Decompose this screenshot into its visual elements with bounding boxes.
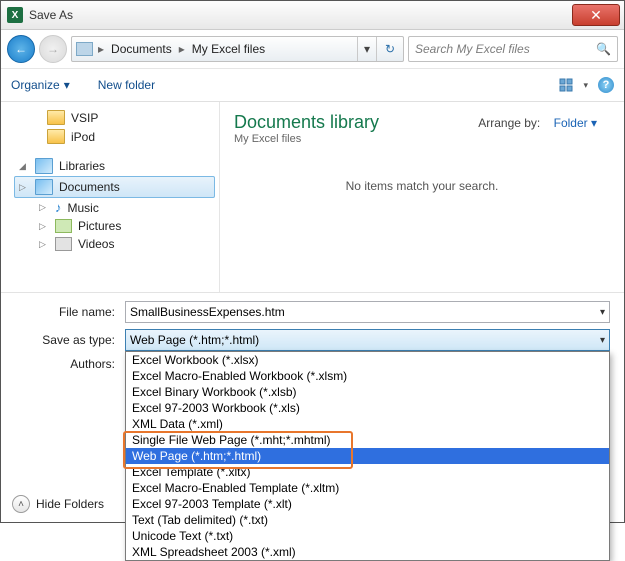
chevron-down-icon: ▾ [64,78,70,92]
empty-message: No items match your search. [234,179,610,193]
expand-icon[interactable]: ▷ [39,221,49,232]
tree-item-pictures[interactable]: ▷ Pictures [35,217,215,235]
file-type-option[interactable]: Excel Binary Workbook (*.xlsb) [126,384,609,400]
tree-item-libraries[interactable]: ◢ Libraries [15,156,215,176]
breadcrumb-sep-icon: ▸ [93,42,109,56]
save-as-type-dropdown[interactable]: Web Page (*.htm;*.html) ▾ [125,329,610,351]
tree-label: Documents [59,180,120,194]
arrange-by-dropdown[interactable]: Folder ▾ [554,116,597,130]
filename-input[interactable]: SmallBusinessExpenses.htm ▾ [125,301,610,323]
organize-button[interactable]: Organize ▾ [11,78,70,92]
help-icon: ? [603,79,610,91]
tree-item-music[interactable]: ▷ ♪ Music [35,198,215,217]
tree-label: Videos [78,237,114,251]
content-subheading: My Excel files [234,133,610,145]
help-button[interactable]: ? [598,77,614,93]
forward-arrow-icon: → [47,42,59,56]
libraries-icon [35,158,53,174]
save-as-type-value: Web Page (*.htm;*.html) [130,333,259,347]
tree-item-ipod[interactable]: iPod [43,127,215,146]
back-button[interactable]: ← [7,35,35,63]
form-area: File name: SmallBusinessExpenses.htm ▾ S… [1,292,624,381]
expand-icon[interactable]: ◢ [19,161,29,172]
tree-item-documents[interactable]: ▷ Documents [14,176,215,198]
chevron-down-icon[interactable]: ▾ [600,307,605,318]
file-type-option[interactable]: Excel Workbook (*.xlsx) [126,352,609,368]
breadcrumb-dropdown-icon[interactable]: ▾ [357,37,376,61]
folder-icon [47,129,65,144]
search-placeholder: Search My Excel files [415,42,530,56]
computer-icon [76,42,93,56]
chevron-down-icon[interactable]: ▾ [600,335,605,346]
videos-icon [55,237,72,251]
close-button[interactable]: ✕ [572,4,620,26]
hide-folders-label: Hide Folders [36,497,104,511]
body-area: VSIP iPod ◢ Libraries ▷ Documents ▷ ♪ Mu… [1,102,624,292]
new-folder-label: New folder [98,78,155,92]
filename-value: SmallBusinessExpenses.htm [130,305,285,319]
refresh-button[interactable]: ↻ [376,37,403,61]
organize-label: Organize [11,78,60,92]
file-type-option[interactable]: Excel 97-2003 Workbook (*.xls) [126,400,609,416]
tree-label: Libraries [59,159,105,173]
authors-label: Authors: [15,357,125,371]
file-type-option[interactable]: Excel Template (*.xltx) [126,464,609,480]
file-type-option[interactable]: Web Page (*.htm;*.html) [126,448,609,464]
arrange-label: Arrange by: [478,116,540,130]
documents-icon [35,179,53,195]
title-bar: X Save As ✕ [1,1,624,30]
chevron-down-icon[interactable]: ▾ [583,80,588,91]
nav-bar: ← → ▸ Documents ▸ My Excel files ▾ ↻ Sea… [1,30,624,69]
tree-label: Music [68,201,99,215]
window-title: Save As [29,8,572,22]
tree-item-videos[interactable]: ▷ Videos [35,235,215,253]
file-type-option[interactable]: Excel 97-2003 Template (*.xlt) [126,496,609,512]
music-icon: ♪ [55,200,62,215]
tree-label: VSIP [71,111,98,125]
file-type-option[interactable]: Excel Macro-Enabled Workbook (*.xlsm) [126,368,609,384]
hide-folders-button[interactable]: ˄ Hide Folders [12,495,104,513]
save-as-type-label: Save as type: [15,333,125,347]
folder-icon [47,110,65,125]
forward-button[interactable]: → [39,35,67,63]
file-type-listbox[interactable]: Excel Workbook (*.xlsx)Excel Macro-Enabl… [125,351,610,561]
tree-label: Pictures [78,219,121,233]
new-folder-button[interactable]: New folder [98,78,155,92]
expand-icon[interactable]: ▷ [19,182,29,193]
file-type-option[interactable]: Unicode Text (*.txt) [126,528,609,544]
close-icon: ✕ [590,8,602,22]
content-pane: Documents library My Excel files Arrange… [220,102,624,292]
file-type-option[interactable]: Text (Tab delimited) (*.txt) [126,512,609,528]
view-options-icon[interactable] [559,78,573,92]
file-type-option[interactable]: Excel Macro-Enabled Template (*.xltm) [126,480,609,496]
tree-item-vsip[interactable]: VSIP [43,108,215,127]
chevron-up-icon: ˄ [12,495,30,513]
breadcrumb-documents[interactable]: Documents [109,42,174,56]
expand-icon[interactable]: ▷ [39,239,49,250]
breadcrumb-my-excel-files[interactable]: My Excel files [190,42,267,56]
filename-label: File name: [15,305,125,319]
expand-icon[interactable]: ▷ [39,202,49,213]
search-icon: 🔍 [596,42,611,56]
file-type-option[interactable]: Single File Web Page (*.mht;*.mhtml) [126,432,609,448]
breadcrumb-sep-icon: ▸ [174,42,190,56]
excel-icon: X [7,7,23,23]
back-arrow-icon: ← [15,42,27,56]
search-input[interactable]: Search My Excel files 🔍 [408,36,618,62]
nav-tree: VSIP iPod ◢ Libraries ▷ Documents ▷ ♪ Mu… [1,102,220,292]
tree-label: iPod [71,130,95,144]
file-type-option[interactable]: XML Spreadsheet 2003 (*.xml) [126,544,609,560]
pictures-icon [55,219,72,233]
file-type-option[interactable]: XML Data (*.xml) [126,416,609,432]
toolbar: Organize ▾ New folder ▾ ? [1,69,624,102]
breadcrumb[interactable]: ▸ Documents ▸ My Excel files ▾ ↻ [71,36,404,62]
arrange-by: Arrange by: Folder ▾ [478,116,597,130]
refresh-icon: ↻ [385,42,395,56]
